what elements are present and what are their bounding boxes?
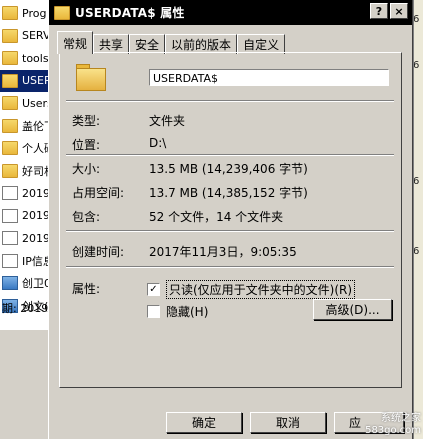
hidden-label[interactable]: 隐藏(H) [166,303,208,320]
properties-dialog: USERDATA$ 属性 ? × 常规 共享 安全 以前的版本 自定义 USER… [48,0,413,439]
divider [66,230,394,232]
hidden-checkbox[interactable] [147,305,160,318]
tab-strip: 常规 共享 安全 以前的版本 自定义 [57,31,286,54]
readonly-label[interactable]: 只读(仅应用于文件夹中的文件)(R) [166,280,356,299]
type-value: 文件夹 [149,114,186,128]
size-label: 大小: [72,162,101,176]
created-value: 2017年11月3日，9:05:35 [149,245,297,259]
edge-glyph: 6 [413,246,420,257]
advanced-button[interactable]: 高级(D)... [313,299,392,320]
explorer-item-label: Prog [22,6,47,20]
folder-icon [2,6,18,20]
folder-icon [2,96,18,110]
tab-customize[interactable]: 自定义 [237,34,286,54]
divider [66,100,394,102]
location-label: 位置: [72,138,101,152]
folder-icon [2,118,18,133]
tab-previous-versions[interactable]: 以前的版本 [165,34,238,54]
tab-sharing[interactable]: 共享 [93,34,130,54]
disk-size-value: 13.7 MB (14,385,152 字节) [149,186,308,200]
folder-icon [54,5,70,20]
watermark-line2: 583go.com [365,425,421,436]
tab-general[interactable]: 常规 [57,31,94,54]
watermark: 系统之家 583go.com [365,413,421,437]
folder-icon [76,64,106,91]
edge-glyph: 6 [413,60,420,71]
folder-name-input[interactable]: USERDATA$ [149,69,389,86]
file-icon [2,253,18,268]
folder-icon [2,28,18,43]
folder-icon [2,73,18,88]
edge-glyph: 6 [413,14,420,25]
ok-button[interactable]: 确定 [166,412,242,433]
readonly-checkbox-row[interactable]: ✓ 只读(仅应用于文件夹中的文件)(R) [147,280,356,299]
general-panel: USERDATA$ 类型: 文件夹 位置: D:\ 大小: 13.5 MB (1… [59,52,402,388]
created-label: 创建时间: [72,245,125,259]
contains-value: 52 个文件，14 个文件夹 [149,210,284,224]
image-icon [2,276,18,290]
size-value: 13.5 MB (14,239,406 字节) [149,162,308,176]
explorer-item-label: 创卫0 [22,277,51,290]
divider [66,154,394,156]
title-bar[interactable]: USERDATA$ 属性 ? × [49,0,412,25]
type-label: 类型: [72,114,101,128]
folder-icon [2,141,18,155]
tab-security[interactable]: 安全 [129,34,166,54]
watermark-line1: 系统之家 [381,413,421,424]
help-button[interactable]: ? [370,3,388,19]
readonly-checkbox[interactable]: ✓ [147,283,160,296]
close-button[interactable]: × [390,3,408,19]
explorer-item-label: tools [22,51,49,65]
cancel-button[interactable]: 取消 [250,412,326,433]
file-icon [2,231,18,245]
contains-label: 包含: [72,210,101,224]
folder-icon [2,51,18,65]
disk-size-label: 占用空间: [72,186,125,200]
hidden-checkbox-row[interactable]: 隐藏(H) [147,303,208,320]
edge-glyph: 6 [413,176,420,187]
file-icon [2,208,18,223]
dialog-title: USERDATA$ 属性 [75,6,185,20]
folder-icon [2,163,18,178]
divider [66,266,394,268]
file-icon [2,186,18,200]
location-value: D:\ [149,136,167,150]
attributes-label: 属性: [72,282,101,296]
